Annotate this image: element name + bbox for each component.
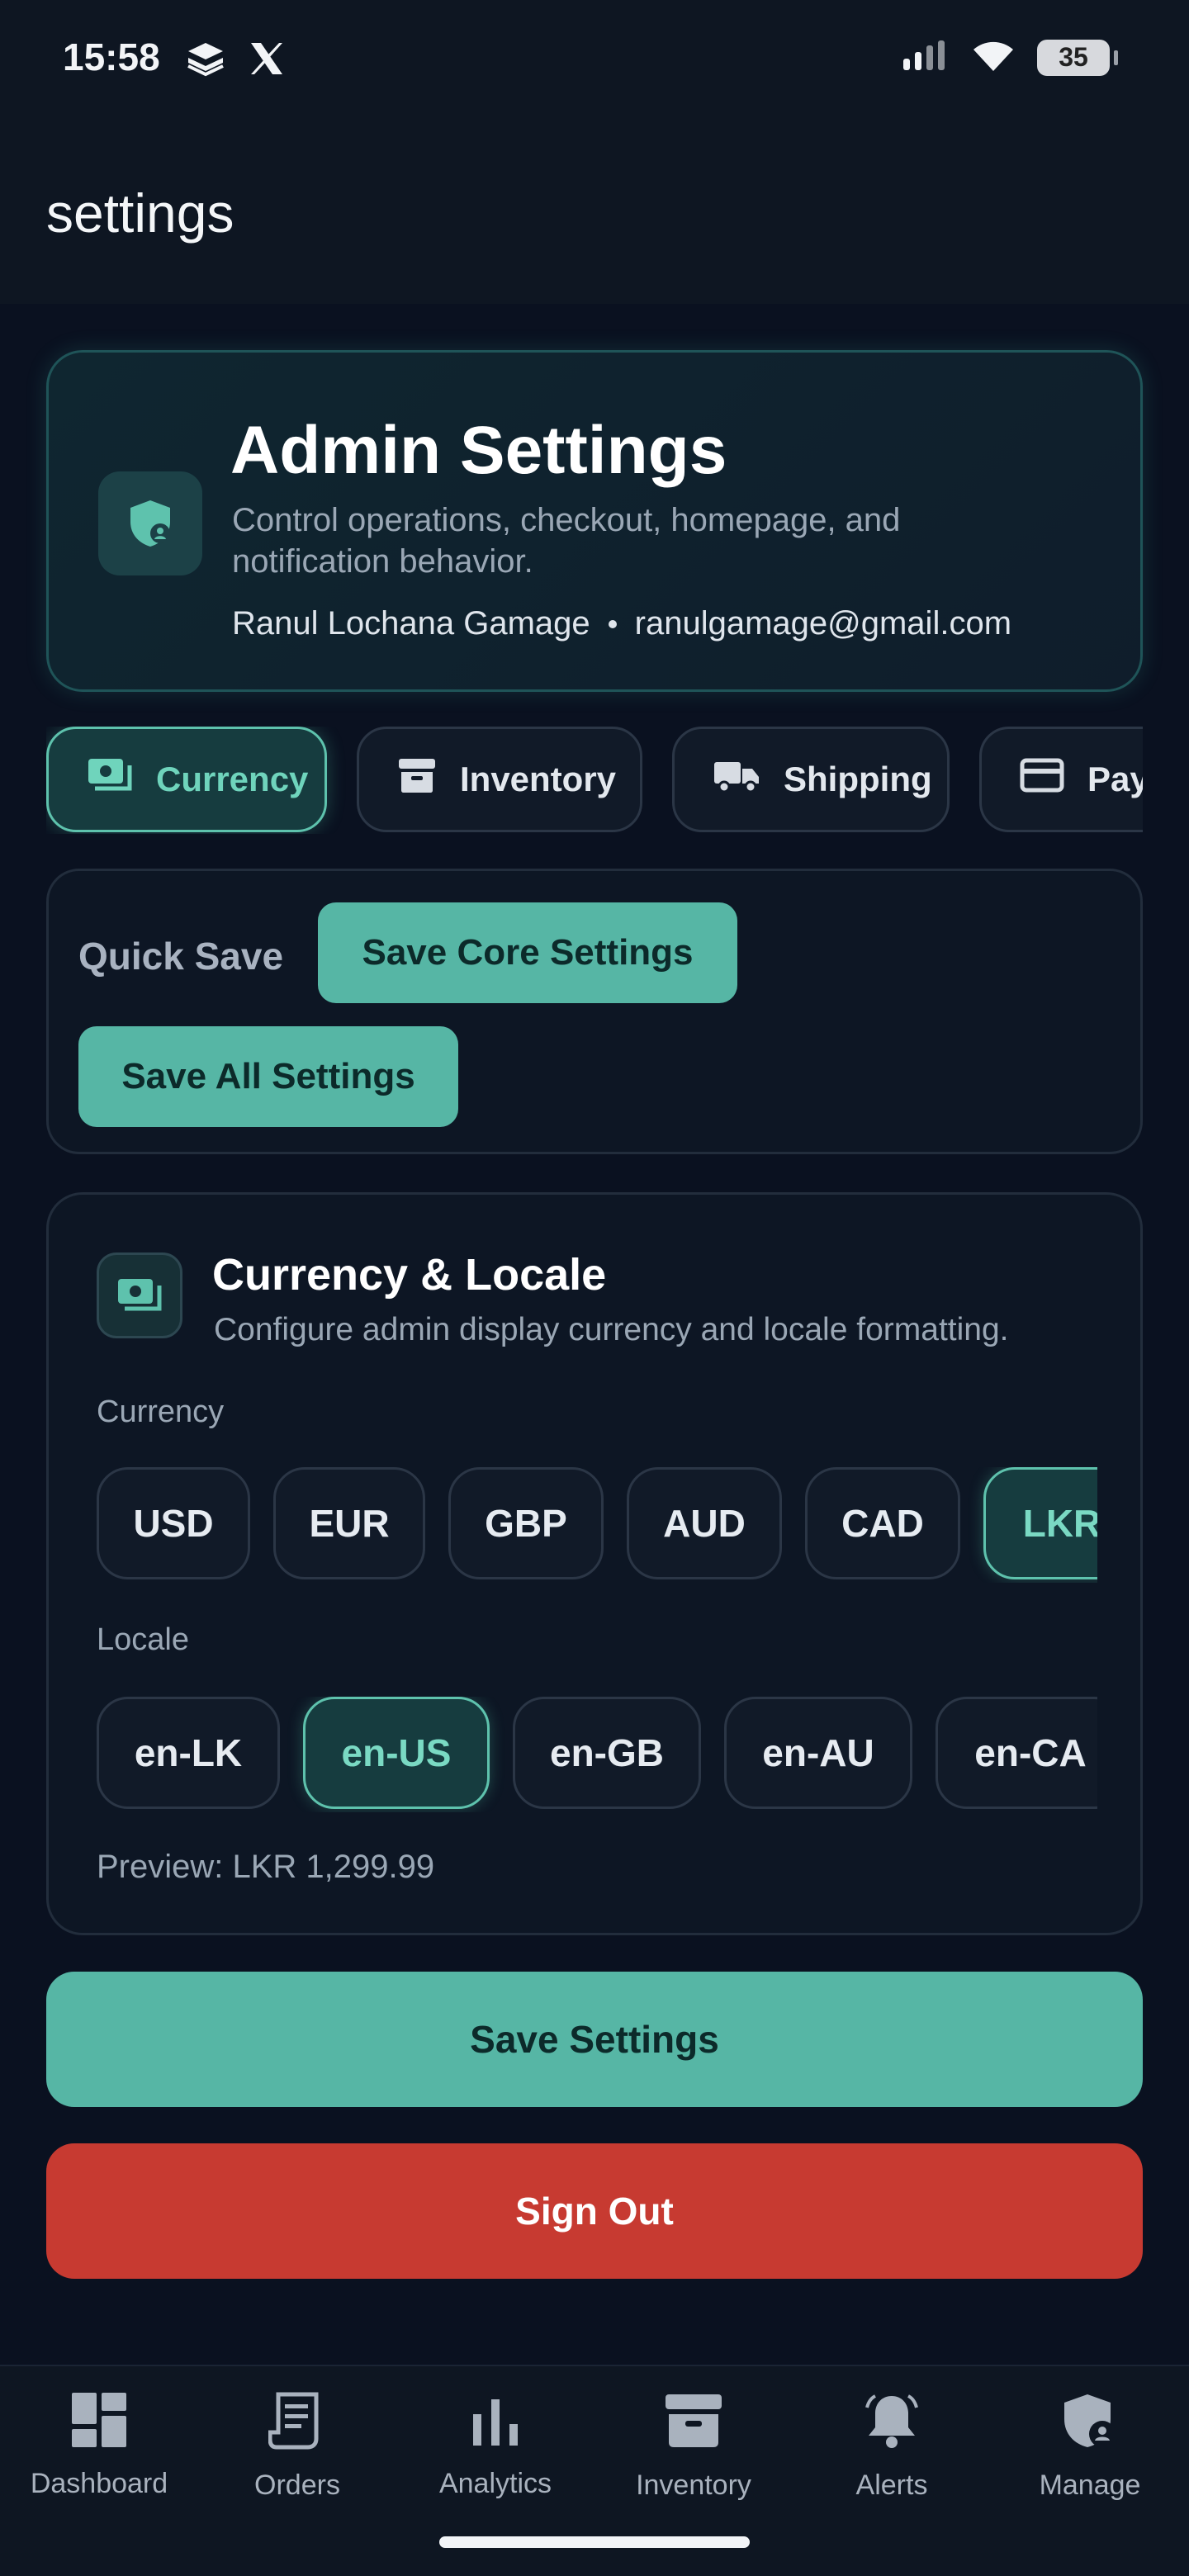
currency-locale-card: Currency & Locale Configure admin displa… <box>46 1192 1143 1935</box>
sign-out-button[interactable]: Sign Out <box>46 2143 1143 2279</box>
bell-icon <box>862 2391 921 2455</box>
status-notification-icons <box>185 40 286 82</box>
dashboard-icon <box>70 2391 128 2453</box>
save-core-settings-button[interactable]: Save Core Settings <box>318 902 737 1003</box>
tab-label: Payments <box>1087 760 1143 798</box>
tab-shipping[interactable]: Shipping <box>672 727 950 832</box>
locale-chip-en-au[interactable]: en-AU <box>724 1697 912 1809</box>
home-indicator[interactable] <box>439 2536 750 2548</box>
currency-preview: Preview: LKR 1,299.99 <box>97 1849 435 1885</box>
locale-label: Locale <box>97 1622 189 1657</box>
hero-description: Control operations, checkout, homepage, … <box>232 502 901 580</box>
archive-icon <box>397 755 437 803</box>
wifi-icon <box>971 38 1016 77</box>
nav-item-alerts[interactable]: Alerts <box>793 2366 991 2576</box>
page-title: settings <box>46 182 234 244</box>
admin-shield-icon <box>98 471 202 575</box>
status-time: 15:58 <box>63 36 160 78</box>
nav-label: Analytics <box>438 2468 552 2499</box>
receipt-icon <box>268 2391 326 2455</box>
currency-chip-aud[interactable]: AUD <box>627 1467 782 1579</box>
locale-chip-en-gb[interactable]: en-GB <box>513 1697 701 1809</box>
signal-icon <box>902 39 950 76</box>
tab-label: Shipping <box>784 760 932 798</box>
nav-label: Manage <box>1039 2469 1141 2501</box>
save-settings-button[interactable]: Save Settings <box>46 1972 1143 2107</box>
admin-user-name: Ranul Lochana Gamage <box>232 605 590 642</box>
battery-indicator: 35 <box>1037 39 1118 76</box>
currency-options[interactable]: USD EUR GBP AUD CAD LKR <box>97 1467 1097 1583</box>
status-bar: 15:58 35 <box>0 0 1189 116</box>
archive-icon <box>664 2391 723 2455</box>
card-description: Configure admin display currency and loc… <box>214 1312 1009 1347</box>
tab-currency[interactable]: Currency <box>46 727 327 832</box>
hero-title: Admin Settings <box>230 413 727 488</box>
settings-tabs[interactable]: Currency Inventory Shipping Payments <box>46 727 1143 834</box>
currency-chip-eur[interactable]: EUR <box>273 1467 425 1579</box>
tab-label: Currency <box>156 760 309 798</box>
stack-app-icon <box>185 40 226 82</box>
admin-user-email: ranulgamage@gmail.com <box>634 605 1012 642</box>
truck-icon <box>713 757 760 802</box>
nav-label: Inventory <box>636 2469 751 2501</box>
nav-label: Orders <box>254 2469 340 2501</box>
admin-shield-icon <box>1061 2391 1119 2455</box>
tab-label: Inventory <box>460 760 617 798</box>
locale-chip-en-lk[interactable]: en-LK <box>97 1697 280 1809</box>
nav-item-orders[interactable]: Orders <box>198 2366 396 2576</box>
quick-save-card: Quick Save Save Core Settings Save All S… <box>46 869 1143 1154</box>
x-app-icon <box>248 40 286 82</box>
currency-chip-lkr[interactable]: LKR <box>983 1467 1097 1579</box>
currency-chip-gbp[interactable]: GBP <box>448 1467 604 1579</box>
nav-label: Dashboard <box>30 2468 168 2499</box>
save-all-settings-button[interactable]: Save All Settings <box>78 1026 458 1127</box>
credit-card-icon <box>1020 757 1064 802</box>
currency-chip-usd[interactable]: USD <box>97 1467 250 1579</box>
admin-user-info: Ranul Lochana Gamage ranulgamage@gmail.c… <box>232 605 1011 642</box>
bar-chart-icon <box>467 2391 524 2453</box>
status-system-icons: 35 <box>902 38 1118 77</box>
banknote-icon <box>87 757 133 802</box>
tab-inventory[interactable]: Inventory <box>357 727 642 832</box>
currency-label: Currency <box>97 1395 225 1429</box>
nav-item-manage[interactable]: Manage <box>991 2366 1189 2576</box>
locale-chip-en-ca[interactable]: en-CA <box>936 1697 1097 1809</box>
nav-label: Alerts <box>855 2469 928 2501</box>
tab-payments[interactable]: Payments <box>979 727 1143 832</box>
card-title: Currency & Locale <box>212 1250 607 1300</box>
admin-settings-header-card: Admin Settings Control operations, check… <box>46 350 1143 692</box>
locale-options[interactable]: en-LK en-US en-GB en-AU en-CA <box>97 1697 1097 1812</box>
quick-save-label: Quick Save <box>78 935 284 978</box>
currency-chip-cad[interactable]: CAD <box>805 1467 960 1579</box>
app-bar: settings <box>0 116 1189 304</box>
separator-dot <box>608 619 617 628</box>
banknote-icon <box>97 1252 182 1338</box>
locale-chip-en-us[interactable]: en-US <box>303 1697 490 1809</box>
nav-item-dashboard[interactable]: Dashboard <box>0 2366 198 2576</box>
